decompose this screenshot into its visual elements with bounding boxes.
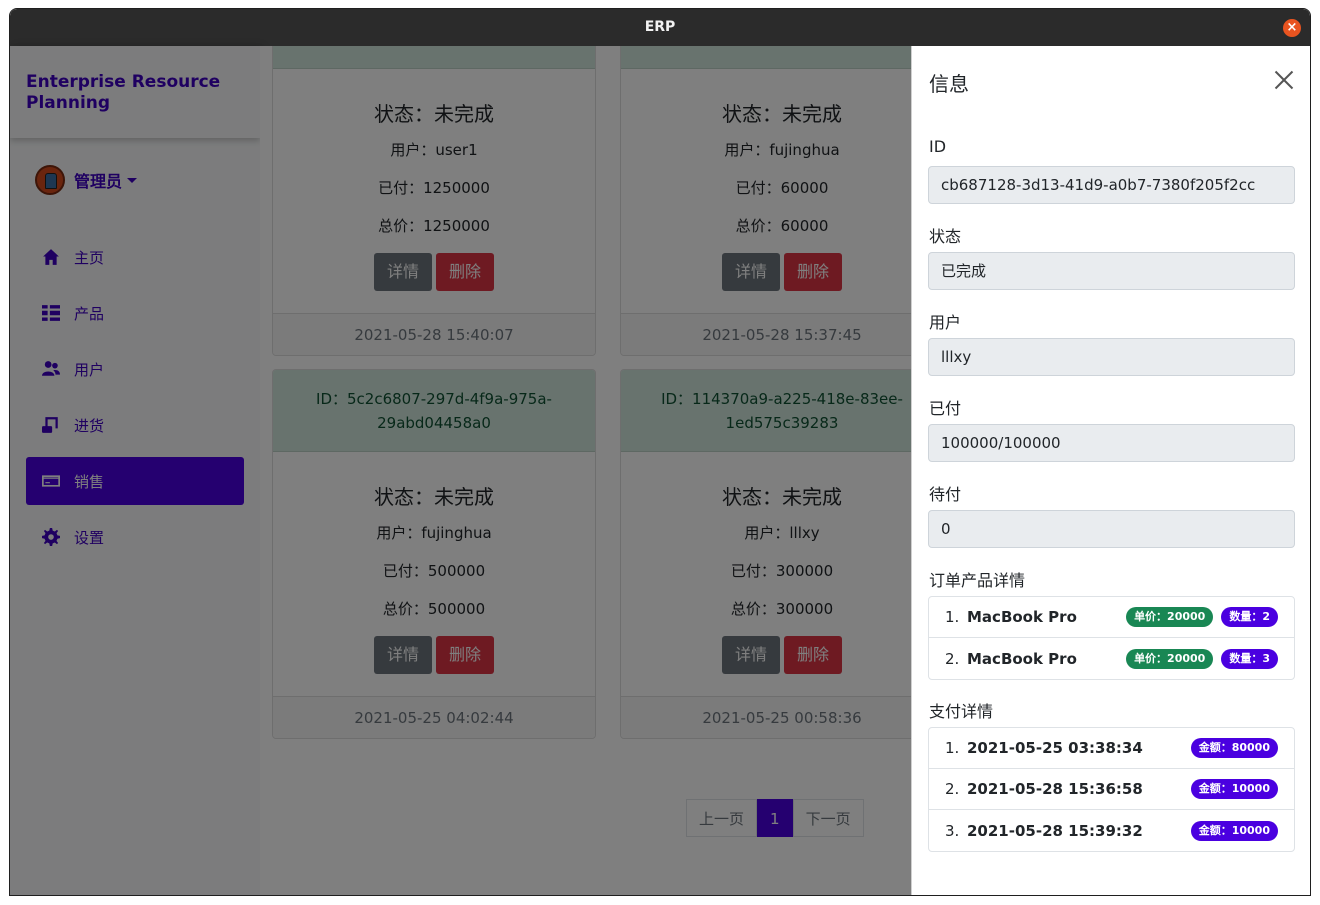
- status-field[interactable]: 已完成: [928, 252, 1295, 290]
- products-list: 1. MacBook Pro 单价：20000 数量：2 2. MacBook …: [928, 596, 1295, 680]
- close-icon[interactable]: [1272, 68, 1296, 92]
- user-field[interactable]: lllxy: [928, 338, 1295, 376]
- list-item: 1. MacBook Pro 单价：20000 数量：2: [929, 597, 1294, 638]
- app-window: ERP × Enterprise Resource Planning 管理员 主…: [9, 8, 1311, 896]
- status-label: 状态: [929, 227, 962, 246]
- product-name: MacBook Pro: [967, 608, 1077, 626]
- due-label: 待付: [929, 485, 962, 504]
- title-bar: ERP ×: [10, 9, 1310, 46]
- quantity-badge: 数量：3: [1221, 648, 1278, 669]
- id-label: ID: [929, 137, 947, 156]
- price-badge: 单价：20000: [1126, 607, 1214, 627]
- list-item: 3. 2021-05-28 15:39:32 金额：10000: [929, 810, 1294, 851]
- amount-badge: 金额：10000: [1190, 779, 1278, 799]
- payments-list: 1. 2021-05-25 03:38:34 金额：80000 2. 2021-…: [928, 727, 1295, 852]
- payment-time: 2021-05-25 03:38:34: [967, 739, 1143, 757]
- window-close-icon[interactable]: ×: [1283, 19, 1301, 37]
- products-label: 订单产品详情: [929, 571, 1026, 590]
- user-label: 用户: [929, 313, 962, 332]
- modal-backdrop[interactable]: [10, 46, 911, 895]
- panel-title: 信息: [929, 72, 969, 96]
- list-item: 2. MacBook Pro 单价：20000 数量：3: [929, 638, 1294, 679]
- window-title: ERP: [644, 19, 676, 35]
- list-item: 2. 2021-05-28 15:36:58 金额：10000: [929, 769, 1294, 810]
- info-panel: 信息 ID cb687128-3d13-41d9-a0b7-7380f205f2…: [911, 46, 1310, 895]
- list-item: 1. 2021-05-25 03:38:34 金额：80000: [929, 728, 1294, 769]
- due-field[interactable]: 0: [928, 510, 1295, 548]
- quantity-badge: 数量：2: [1221, 607, 1278, 627]
- id-field[interactable]: cb687128-3d13-41d9-a0b7-7380f205f2cc: [928, 166, 1295, 204]
- payment-time: 2021-05-28 15:36:58: [967, 780, 1143, 798]
- paid-field[interactable]: 100000/100000: [928, 424, 1295, 462]
- paid-label: 已付: [929, 399, 962, 418]
- payments-label: 支付详情: [929, 702, 994, 721]
- amount-badge: 金额：10000: [1190, 820, 1278, 841]
- amount-badge: 金额：80000: [1190, 738, 1278, 758]
- product-name: MacBook Pro: [967, 649, 1077, 668]
- price-badge: 单价：20000: [1126, 648, 1214, 669]
- payment-time: 2021-05-28 15:39:32: [967, 821, 1143, 840]
